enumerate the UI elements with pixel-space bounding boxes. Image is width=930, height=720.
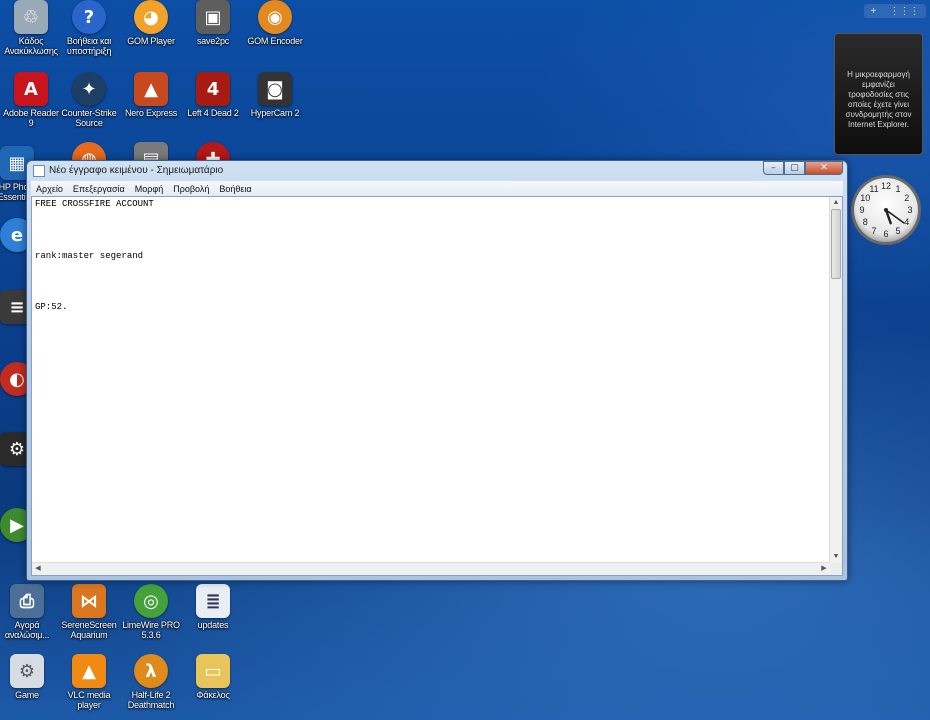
- desktop-icon-label: GOM Player: [127, 36, 175, 46]
- close-button[interactable]: ✕: [805, 161, 843, 175]
- desktop-icon-help[interactable]: ? Βοήθεια και υποστήριξη: [58, 0, 120, 56]
- desktop-icon-label: VLC media player: [67, 690, 111, 710]
- notepad-window[interactable]: Νέο έγγραφο κειμένου - Σημειωματάριο – ▢…: [26, 160, 848, 581]
- desktop-icon-folder[interactable]: ▭ Φάκελος: [182, 654, 244, 700]
- clock-number: 2: [904, 193, 909, 203]
- desktop-icon-counter-strike[interactable]: ✦ Counter-Strike Source: [58, 72, 120, 128]
- nero-express-icon: ▲: [134, 72, 168, 106]
- clock-number: 11: [869, 184, 878, 194]
- clock-face-icon: 12 12 3 45678 9 1011: [851, 175, 921, 245]
- desktop-icon-adobe-reader[interactable]: A Adobe Reader 9: [0, 72, 62, 128]
- menu-help[interactable]: Βοήθεια: [214, 184, 256, 194]
- limewire-icon: ◎: [134, 584, 168, 618]
- scroll-right-arrow-icon[interactable]: ▶: [818, 563, 830, 575]
- menu-format[interactable]: Μορφή: [130, 184, 168, 194]
- menu-edit[interactable]: Επεξεργασία: [68, 184, 130, 194]
- save2pc-icon: ▣: [196, 0, 230, 34]
- clock-number: 10: [860, 193, 870, 203]
- scroll-left-arrow-icon[interactable]: ◀: [32, 563, 44, 575]
- gom-encoder-icon: ◉: [258, 0, 292, 34]
- desktop-icon-label: SereneScreen Aquarium: [61, 620, 117, 640]
- clock-number: 9: [859, 205, 864, 215]
- vlc-icon: ▲: [72, 654, 106, 688]
- clock-number: 6: [883, 229, 888, 239]
- desktop-icon-label: Adobe Reader 9: [3, 108, 59, 128]
- gadget-controls: + ⋮⋮⋮: [864, 4, 926, 18]
- desktop-icon-label: Counter-Strike Source: [61, 108, 117, 128]
- folder-icon: ▭: [196, 654, 230, 688]
- clock-number: 12: [881, 181, 891, 191]
- aquarium-icon: ⋈: [72, 584, 106, 618]
- half-life-icon: λ: [134, 654, 168, 688]
- desktop-icon-left4dead2[interactable]: 4 Left 4 Dead 2: [182, 72, 244, 118]
- desktop-icon-label: HyperCam 2: [250, 108, 300, 118]
- window-title: Νέο έγγραφο κειμένου - Σημειωματάριο: [49, 165, 224, 176]
- desktop-icon-label: Left 4 Dead 2: [187, 108, 239, 118]
- desktop-icon-label: Αγορά αναλώσιμ...: [4, 620, 50, 640]
- recycle-bin-icon: ♲: [14, 0, 48, 34]
- clock-number: 7: [871, 226, 876, 236]
- vertical-scroll-thumb[interactable]: [831, 209, 841, 279]
- clock-number: 8: [863, 217, 868, 227]
- clock-number: 1: [895, 184, 900, 194]
- scroll-down-arrow-icon[interactable]: ▼: [830, 551, 842, 563]
- clock-number: 4: [904, 217, 909, 227]
- add-gadget-button[interactable]: +: [871, 6, 877, 17]
- menu-file[interactable]: Αρχείο: [31, 184, 68, 194]
- document-icon: ≣: [196, 584, 230, 618]
- game-icon: ⚙: [10, 654, 44, 688]
- desktop-icon-label: Nero Express: [124, 108, 178, 118]
- notepad-icon: [33, 165, 45, 177]
- title-bar[interactable]: Νέο έγγραφο κειμένου - Σημειωματάριο – ▢…: [27, 161, 847, 181]
- text-editor[interactable]: FREE CROSSFIRE ACCOUNT rank:master seger…: [31, 196, 843, 576]
- adobe-reader-icon: A: [14, 72, 48, 106]
- feed-gadget-message: Η μικροεφαρμογή εμφανίζει τροφοδοσίες στ…: [845, 70, 912, 129]
- hypercam-icon: ◙: [258, 72, 292, 106]
- desktop-icon-label: Βοήθεια και υποστήριξη: [66, 36, 112, 56]
- desktop-icon-limewire[interactable]: ◎ LimeWire PRO 5.3.6: [120, 584, 182, 640]
- printer-icon: ⎙: [10, 584, 44, 618]
- clock-gadget[interactable]: 12 1 2 3 4 5 6 7 8 9 10 11: [849, 167, 923, 253]
- desktop-icon-label: Φάκελος: [196, 690, 230, 700]
- vertical-scrollbar[interactable]: ▲ ▼: [829, 197, 842, 563]
- scroll-corner: [830, 563, 842, 575]
- menu-bar: Αρχείο Επεξεργασία Μορφή Προβολή Βοήθεια: [31, 181, 843, 196]
- minimize-button[interactable]: –: [763, 161, 784, 175]
- desktop-icon-half-life[interactable]: λ Half-Life 2 Deathmatch: [120, 654, 182, 710]
- desktop-icon-label: Κάδος Ανακύκλωσης: [4, 36, 58, 56]
- desktop-icon-label: GOM Encoder: [247, 36, 303, 46]
- desktop-icon-nero-express[interactable]: ▲ Nero Express: [120, 72, 182, 118]
- desktop-icon-label: Game: [15, 690, 39, 700]
- help-icon: ?: [72, 0, 106, 34]
- desktop-icon-aquarium[interactable]: ⋈ SereneScreen Aquarium: [58, 584, 120, 640]
- desktop-icon-label: save2pc: [196, 36, 230, 46]
- desktop-icon-printer-supplies[interactable]: ⎙ Αγορά αναλώσιμ...: [0, 584, 58, 640]
- desktop-icon-label: Half-Life 2 Deathmatch: [127, 690, 175, 710]
- menu-view[interactable]: Προβολή: [168, 184, 214, 194]
- desktop-icon-game[interactable]: ⚙ Game: [0, 654, 58, 700]
- desktop-icon-save2pc[interactable]: ▣ save2pc: [182, 0, 244, 46]
- gom-player-icon: ◕: [134, 0, 168, 34]
- gadget-grid-button[interactable]: ⋮⋮⋮: [889, 6, 919, 17]
- desktop-icon-updates[interactable]: ≣ updates: [182, 584, 244, 630]
- desktop-icon-recycle-bin[interactable]: ♲ Κάδος Ανακύκλωσης: [0, 0, 62, 56]
- desktop-icon-hypercam[interactable]: ◙ HyperCam 2: [244, 72, 306, 118]
- clock-number: 5: [895, 226, 900, 236]
- clock-number: 3: [907, 205, 912, 215]
- left4dead2-icon: 4: [196, 72, 230, 106]
- desktop-icon-vlc[interactable]: ▲ VLC media player: [58, 654, 120, 710]
- scroll-up-arrow-icon[interactable]: ▲: [830, 197, 842, 209]
- document-text[interactable]: FREE CROSSFIRE ACCOUNT rank:master seger…: [35, 198, 828, 314]
- desktop-icon-gom-player[interactable]: ◕ GOM Player: [120, 0, 182, 46]
- horizontal-scrollbar[interactable]: ◀ ▶: [32, 562, 830, 575]
- feed-headlines-gadget[interactable]: Η μικροεφαρμογή εμφανίζει τροφοδοσίες στ…: [834, 33, 923, 155]
- desktop-icon-gom-encoder[interactable]: ◉ GOM Encoder: [244, 0, 306, 46]
- desktop-icon-label: LimeWire PRO 5.3.6: [122, 620, 180, 640]
- desktop-icon-label: updates: [197, 620, 229, 630]
- window-buttons: – ▢ ✕: [763, 161, 843, 175]
- maximize-button[interactable]: ▢: [784, 161, 805, 175]
- counter-strike-icon: ✦: [72, 72, 106, 106]
